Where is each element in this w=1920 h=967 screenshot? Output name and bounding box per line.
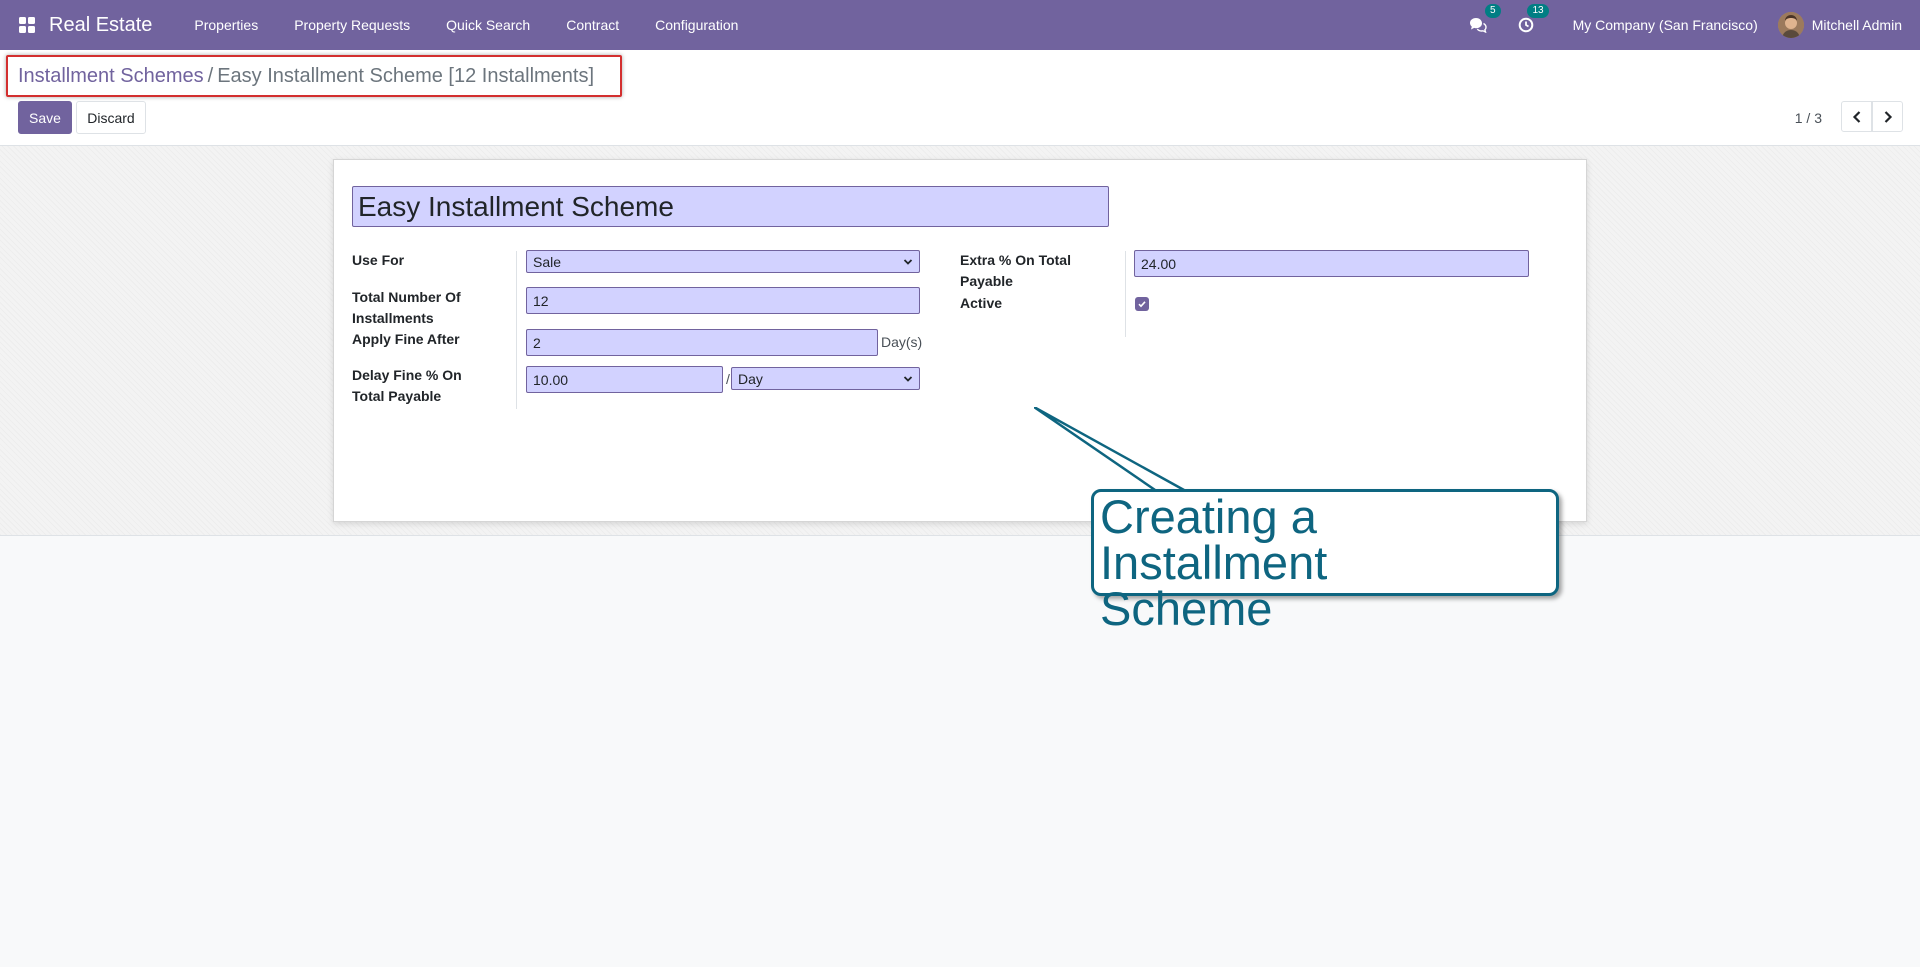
breadcrumb-separator: / <box>207 64 214 87</box>
control-panel: Installment Schemes / Easy Installment S… <box>0 50 1920 146</box>
callout-line2: Scheme <box>1100 582 1273 635</box>
use-for-value: Sale <box>533 253 562 270</box>
top-navbar: Real Estate Properties Property Requests… <box>0 0 1920 50</box>
discard-button[interactable]: Discard <box>76 101 146 134</box>
delay-fine-period-value: Day <box>738 370 763 387</box>
messages-button[interactable]: 5 <box>1467 4 1501 36</box>
pager-next-button[interactable] <box>1872 101 1903 132</box>
delay-fine-label-line1: Delay Fine % On <box>352 367 462 383</box>
chat-icon <box>1469 18 1487 33</box>
clock-icon <box>1518 17 1533 33</box>
total-installments-input[interactable]: 12 <box>526 287 920 314</box>
chevron-right-icon <box>1884 110 1892 123</box>
menu-configuration[interactable]: Configuration <box>637 17 756 33</box>
messages-badge: 5 <box>1485 4 1501 18</box>
pager-value[interactable]: 1 / 3 <box>1795 110 1822 126</box>
form-sheet: Easy Installment Scheme Use For Sale Tot… <box>333 159 1587 522</box>
breadcrumb-current: Easy Installment Scheme [12 Installments… <box>217 64 595 87</box>
total-installments-label-line1: Total Number Of <box>352 289 461 305</box>
user-menu[interactable]: Mitchell Admin <box>1777 12 1902 38</box>
right-group-separator <box>1125 251 1126 337</box>
total-installments-label: Total Number Of Installments <box>352 287 461 329</box>
breadcrumb-parent[interactable]: Installment Schemes <box>18 65 204 88</box>
chevron-left-icon <box>1852 110 1860 123</box>
systray: 5 13 My Company (San Francisco) Mitchell… <box>1467 0 1920 50</box>
save-button[interactable]: Save <box>18 101 72 134</box>
extra-pct-label-line2: Payable <box>960 273 1013 289</box>
delay-fine-input[interactable]: 10.00 <box>526 366 723 393</box>
callout-pointer <box>1034 407 1186 494</box>
activities-button[interactable]: 13 <box>1515 4 1549 36</box>
breadcrumb: Installment Schemes / Easy Installment S… <box>6 55 622 97</box>
delay-fine-label-line2: Total Payable <box>352 388 442 404</box>
callout-line1: Creating a Installment <box>1100 490 1328 589</box>
extra-pct-input[interactable]: 24.00 <box>1134 250 1529 277</box>
company-switcher[interactable]: My Company (San Francisco) <box>1573 17 1758 33</box>
user-name: Mitchell Admin <box>1811 17 1902 33</box>
use-for-select[interactable]: Sale <box>526 250 920 273</box>
apply-fine-after-input[interactable]: 2 <box>526 329 878 356</box>
left-group-separator <box>516 251 517 409</box>
apply-fine-after-label: Apply Fine After <box>352 331 460 347</box>
delay-fine-separator: / <box>726 371 730 387</box>
extra-pct-label-line1: Extra % On Total <box>960 252 1071 268</box>
delay-fine-period-select[interactable]: Day <box>731 367 920 390</box>
chevron-down-icon <box>903 258 913 265</box>
apps-grid-icon[interactable] <box>17 15 37 35</box>
menu-property-requests[interactable]: Property Requests <box>276 17 428 33</box>
menu-properties[interactable]: Properties <box>176 17 276 33</box>
active-label: Active <box>960 295 1003 311</box>
chevron-down-icon <box>903 375 913 382</box>
menu-contract[interactable]: Contract <box>548 17 637 33</box>
avatar <box>1777 12 1804 38</box>
scheme-name-input[interactable]: Easy Installment Scheme <box>352 186 1109 227</box>
extra-pct-label: Extra % On Total Payable <box>960 250 1071 292</box>
app-name[interactable]: Real Estate <box>49 14 152 37</box>
apply-fine-after-unit: Day(s) <box>881 334 923 350</box>
delay-fine-label: Delay Fine % On Total Payable <box>352 365 462 407</box>
check-icon <box>1138 301 1146 308</box>
tutorial-callout: Creating a Installment Scheme <box>1091 489 1559 632</box>
active-checkbox[interactable] <box>1135 297 1149 311</box>
use-for-label: Use For <box>352 252 405 268</box>
pager-previous-button[interactable] <box>1841 101 1872 132</box>
activities-badge: 13 <box>1527 4 1549 18</box>
menu-quick-search[interactable]: Quick Search <box>428 17 548 33</box>
total-installments-label-line2: Installments <box>352 310 434 326</box>
